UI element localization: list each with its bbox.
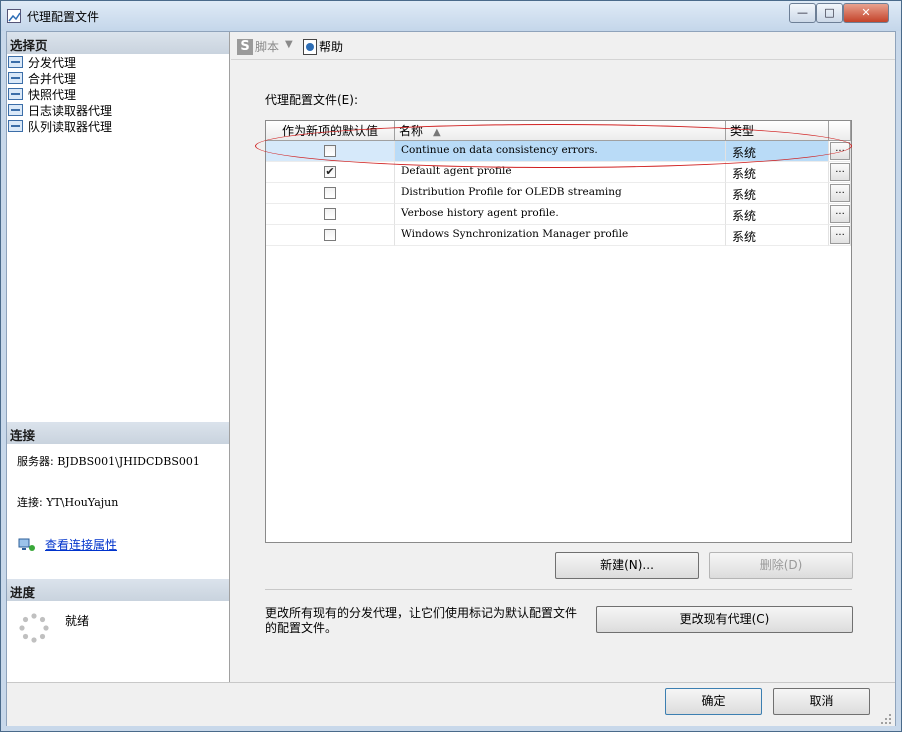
script-icon: S	[237, 38, 253, 55]
profile-name: Verbose history agent profile.	[395, 204, 726, 225]
dots-cell: ...	[829, 162, 851, 183]
script-button[interactable]: S 脚本	[237, 38, 279, 55]
table-row[interactable]: Continue on data consistency errors. 系统 …	[266, 141, 851, 162]
dots-cell: ...	[829, 204, 851, 225]
page-item-label: 队列读取器代理	[28, 119, 113, 134]
default-checkbox[interactable]	[324, 229, 336, 241]
column-header-default[interactable]: 作为新项的默认值	[266, 121, 395, 141]
progress-spinner-icon	[18, 612, 50, 644]
dialog-client-area: 选择页 分发代理 合并代理 快照代理 日志读取器代理 队列读取器代理 连接 服务…	[6, 31, 896, 726]
column-header-type[interactable]: 类型	[726, 121, 829, 141]
default-cell	[266, 204, 395, 225]
default-checkbox[interactable]	[324, 208, 336, 220]
connection-value: YT\HouYajun	[46, 496, 119, 509]
connection-properties-icon	[18, 537, 36, 553]
table-row[interactable]: Distribution Profile for OLEDB streaming…	[266, 183, 851, 204]
minimize-button[interactable]: —	[789, 3, 816, 23]
default-cell	[266, 225, 395, 246]
new-profile-button[interactable]: 新建(N)...	[555, 552, 699, 579]
page-list: 分发代理 合并代理 快照代理 日志读取器代理 队列读取器代理	[7, 54, 229, 134]
page-item-log-reader-agent[interactable]: 日志读取器代理	[7, 102, 229, 118]
resize-grip-icon[interactable]	[879, 712, 893, 726]
profile-name: Continue on data consistency errors.	[395, 141, 726, 162]
profile-properties-button[interactable]: ...	[830, 205, 850, 223]
server-label: 服务器:	[17, 455, 58, 468]
page-item-label: 日志读取器代理	[28, 103, 113, 118]
default-cell: ✔	[266, 162, 395, 183]
left-pane: 选择页 分发代理 合并代理 快照代理 日志读取器代理 队列读取器代理 连接 服务…	[7, 32, 230, 682]
default-checkbox[interactable]	[324, 187, 336, 199]
delete-profile-button[interactable]: 删除(D)	[709, 552, 853, 579]
profile-name: Default agent profile	[395, 162, 726, 183]
page-icon	[8, 104, 23, 116]
profile-type: 系统	[726, 225, 829, 246]
page-item-distribution-agent[interactable]: 分发代理	[7, 54, 229, 70]
profile-type: 系统	[726, 183, 829, 204]
sort-ascending-icon: ▲	[433, 127, 441, 138]
help-icon	[303, 38, 317, 55]
window-title: 代理配置文件	[27, 10, 100, 24]
column-header-name[interactable]: 名称 ▲	[395, 121, 726, 141]
help-label: 帮助	[319, 40, 344, 54]
change-existing-agents-button[interactable]: 更改现有代理(C)	[596, 606, 853, 633]
server-line: 服务器: BJDBS001\JHIDCDBS001	[17, 453, 200, 469]
profiles-label: 代理配置文件(E):	[265, 93, 358, 107]
ok-button[interactable]: 确定	[665, 688, 762, 715]
agent-profiles-grid[interactable]: 作为新项的默认值 名称 ▲ 类型 Continue on data consist…	[265, 120, 852, 543]
close-button[interactable]: ✕	[843, 3, 889, 23]
view-connection-properties-link[interactable]: 查看连接属性	[45, 536, 117, 553]
page-icon	[8, 120, 23, 132]
connection-line: 连接: YT\HouYajun	[17, 494, 118, 510]
script-dropdown-arrow[interactable]: ▼	[285, 39, 293, 50]
dialog-window: 代理配置文件 — □ ✕ 选择页 分发代理 合并代理 快照代理 日志读取器代理 …	[0, 0, 902, 732]
page-icon	[8, 72, 23, 84]
column-header-name-label: 名称	[399, 124, 424, 138]
table-row[interactable]: Verbose history agent profile. 系统 ...	[266, 204, 851, 225]
page-item-label: 快照代理	[28, 87, 77, 102]
page-item-label: 合并代理	[28, 71, 77, 86]
page-icon	[8, 56, 23, 68]
connection-label: 连接:	[17, 496, 47, 509]
default-checkbox[interactable]	[324, 145, 336, 157]
table-row[interactable]: ✔ Default agent profile 系统 ...	[266, 162, 851, 183]
profile-name: Windows Synchronization Manager profile	[395, 225, 726, 246]
column-header-blank	[829, 121, 851, 141]
profile-properties-button[interactable]: ...	[830, 184, 850, 202]
progress-status: 就绪	[65, 614, 90, 628]
dots-cell: ...	[829, 183, 851, 204]
dots-cell: ...	[829, 141, 851, 162]
profile-type: 系统	[726, 162, 829, 183]
profile-type: 系统	[726, 141, 829, 162]
progress-header: 进度	[7, 579, 229, 601]
table-row[interactable]: Windows Synchronization Manager profile …	[266, 225, 851, 246]
separator	[265, 589, 852, 590]
default-checkbox[interactable]: ✔	[324, 166, 336, 178]
profile-properties-button[interactable]: ...	[830, 226, 850, 244]
profile-properties-button[interactable]: ...	[830, 163, 850, 181]
maximize-button[interactable]: □	[816, 3, 843, 23]
dots-cell: ...	[829, 225, 851, 246]
page-icon	[8, 88, 23, 100]
help-button[interactable]: 帮助	[303, 38, 343, 55]
page-item-merge-agent[interactable]: 合并代理	[7, 70, 229, 86]
profile-type: 系统	[726, 204, 829, 225]
cancel-button[interactable]: 取消	[773, 688, 870, 715]
change-agents-note: 更改所有现有的分发代理，让它们使用标记为默认配置文件的配置文件。	[265, 606, 578, 635]
dialog-icon	[7, 9, 21, 23]
default-cell	[266, 183, 395, 204]
server-value: BJDBS001\JHIDCDBS001	[57, 455, 200, 468]
grid-header: 作为新项的默认值 名称 ▲ 类型	[266, 121, 851, 141]
toolbar: S 脚本 ▼ 帮助	[231, 32, 895, 60]
script-label: 脚本	[255, 40, 280, 54]
profile-properties-button[interactable]: ...	[830, 142, 850, 160]
select-page-header: 选择页	[7, 32, 229, 54]
default-cell	[266, 141, 395, 162]
page-item-queue-reader-agent[interactable]: 队列读取器代理	[7, 118, 229, 134]
page-item-snapshot-agent[interactable]: 快照代理	[7, 86, 229, 102]
profile-name: Distribution Profile for OLEDB streaming	[395, 183, 726, 204]
connection-header: 连接	[7, 422, 229, 444]
page-item-label: 分发代理	[28, 55, 77, 70]
title-bar: 代理配置文件 — □ ✕	[1, 1, 901, 31]
